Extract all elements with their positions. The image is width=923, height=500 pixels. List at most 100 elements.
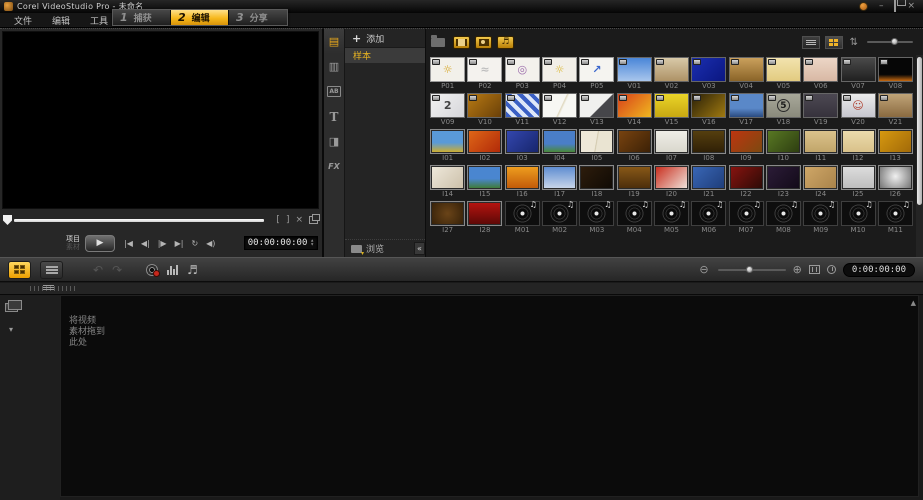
media-item-I05[interactable]: I05: [579, 129, 614, 163]
media-item-V11[interactable]: V11: [505, 93, 540, 127]
media-item-V05[interactable]: V05: [766, 57, 801, 91]
media-item-I12[interactable]: I12: [840, 129, 875, 163]
media-item-I03[interactable]: I03: [505, 129, 540, 163]
next-frame-button[interactable]: |▶: [158, 239, 167, 248]
show-videos-button[interactable]: [453, 36, 470, 49]
media-item-V20[interactable]: ☺V20: [840, 93, 875, 127]
redo-button[interactable]: ↷: [112, 264, 122, 276]
media-item-P04[interactable]: ☼P04: [542, 57, 577, 91]
media-item-I11[interactable]: I11: [803, 129, 838, 163]
media-item-V10[interactable]: V10: [467, 93, 502, 127]
show-photos-button[interactable]: [475, 36, 492, 49]
undo-button[interactable]: ↶: [93, 264, 103, 276]
media-item-V16[interactable]: V16: [691, 93, 726, 127]
media-item-I26[interactable]: I26: [878, 165, 913, 199]
graphic-icon[interactable]: ◨: [324, 129, 344, 154]
restore-button[interactable]: [894, 0, 896, 12]
media-item-M08[interactable]: ♫M08: [766, 201, 801, 235]
media-item-V17[interactable]: V17: [728, 93, 763, 127]
media-item-I10[interactable]: I10: [766, 129, 801, 163]
volume-button[interactable]: ◀): [206, 239, 215, 248]
media-item-V03[interactable]: V03: [691, 57, 726, 91]
media-item-M02[interactable]: ♫M02: [542, 201, 577, 235]
media-item-I08[interactable]: I08: [691, 129, 726, 163]
media-item-V08[interactable]: V08: [878, 57, 913, 91]
media-item-I22[interactable]: I22: [728, 165, 763, 199]
media-item-V01[interactable]: V01: [617, 57, 652, 91]
media-item-V02[interactable]: V02: [654, 57, 689, 91]
media-item-P05[interactable]: ↗P05: [579, 57, 614, 91]
track-expand-icon[interactable]: ▾: [9, 325, 13, 334]
media-item-M03[interactable]: ♫M03: [579, 201, 614, 235]
media-item-I28[interactable]: I28: [467, 201, 502, 235]
media-item-I21[interactable]: I21: [691, 165, 726, 199]
media-item-I25[interactable]: I25: [840, 165, 875, 199]
close-button[interactable]: ×: [907, 2, 915, 11]
media-item-I23[interactable]: I23: [766, 165, 801, 199]
media-item-M11[interactable]: ♫M11: [878, 201, 913, 235]
media-item-I24[interactable]: I24: [803, 165, 838, 199]
timecode-down-icon[interactable]: ▾: [310, 243, 314, 247]
media-item-I16[interactable]: I16: [505, 165, 540, 199]
media-item-V07[interactable]: V07: [840, 57, 875, 91]
media-item-V15[interactable]: V15: [654, 93, 689, 127]
scroll-up-icon[interactable]: ▲: [911, 299, 916, 307]
media-item-I06[interactable]: I06: [617, 129, 652, 163]
step-tab-分享[interactable]: 3分享: [229, 10, 287, 25]
track-menu-icon[interactable]: [43, 285, 54, 290]
media-item-M04[interactable]: ♫M04: [617, 201, 652, 235]
media-item-P02[interactable]: ≈P02: [467, 57, 502, 91]
media-item-V09[interactable]: 2V09: [430, 93, 465, 127]
media-item-M09[interactable]: ♫M09: [803, 201, 838, 235]
media-item-V12[interactable]: V12: [542, 93, 577, 127]
media-item-V18[interactable]: 5V18: [766, 93, 801, 127]
media-item-I20[interactable]: I20: [654, 165, 689, 199]
go-end-button[interactable]: ▶|: [175, 239, 184, 248]
media-item-I07[interactable]: I07: [654, 129, 689, 163]
scrubber-track[interactable]: [14, 219, 264, 222]
record-capture-option-icon[interactable]: [146, 264, 158, 276]
media-item-M06[interactable]: ♫M06: [691, 201, 726, 235]
media-item-I09[interactable]: I09: [728, 129, 763, 163]
video-track-icon[interactable]: [5, 303, 18, 312]
thumbnail-size-slider[interactable]: [867, 37, 913, 47]
media-item-V19[interactable]: V19: [803, 93, 838, 127]
menu-item-文件[interactable]: 文件: [4, 14, 42, 27]
zoom-out-icon[interactable]: ⊖: [699, 263, 708, 276]
mark-in-icon[interactable]: [: [276, 215, 280, 225]
thumbnail-view-button[interactable]: [825, 36, 843, 49]
storyboard-view-button[interactable]: [8, 261, 31, 279]
mode-project-toggle[interactable]: 项目: [66, 235, 80, 243]
zoom-in-icon[interactable]: ⊕: [793, 263, 802, 276]
go-start-button[interactable]: |◀: [124, 239, 133, 248]
preview-timecode[interactable]: 00:00:00:00 ▴ ▾: [244, 236, 318, 250]
step-tab-捕获[interactable]: 1捕获: [113, 10, 171, 25]
media-item-I15[interactable]: I15: [467, 165, 502, 199]
menu-item-编辑[interactable]: 编辑: [42, 14, 80, 27]
step-tab-编辑[interactable]: 2编辑: [171, 10, 229, 25]
minimize-button[interactable]: –: [879, 2, 884, 11]
media-item-M10[interactable]: ♫M10: [840, 201, 875, 235]
media-icon[interactable]: ▤: [324, 29, 344, 54]
fit-project-icon[interactable]: [809, 265, 820, 274]
media-item-V06[interactable]: V06: [803, 57, 838, 91]
list-view-button[interactable]: [802, 36, 820, 49]
media-item-P03[interactable]: ◎P03: [505, 57, 540, 91]
title-icon[interactable]: T: [324, 104, 344, 129]
media-item-I01[interactable]: I01: [430, 129, 465, 163]
mark-out-icon[interactable]: ]: [286, 215, 290, 225]
filter-icon[interactable]: FX: [324, 154, 344, 179]
scrubber-handle[interactable]: [3, 215, 12, 225]
split-clip-icon[interactable]: ×: [295, 215, 303, 225]
storyboard-canvas[interactable]: 将视频素材拖到此处 ▲: [60, 295, 919, 497]
media-item-M01[interactable]: ♫M01: [505, 201, 540, 235]
media-item-M05[interactable]: ♫M05: [654, 201, 689, 235]
timeline-zoom-slider[interactable]: [718, 265, 786, 275]
add-folder-button[interactable]: + 添加: [345, 29, 425, 48]
media-item-I18[interactable]: I18: [579, 165, 614, 199]
media-item-I19[interactable]: I19: [617, 165, 652, 199]
library-scrollbar[interactable]: [916, 55, 923, 257]
scrollbar-thumb[interactable]: [917, 57, 922, 205]
enlarge-preview-icon[interactable]: [309, 216, 318, 224]
media-item-I02[interactable]: I02: [467, 129, 502, 163]
